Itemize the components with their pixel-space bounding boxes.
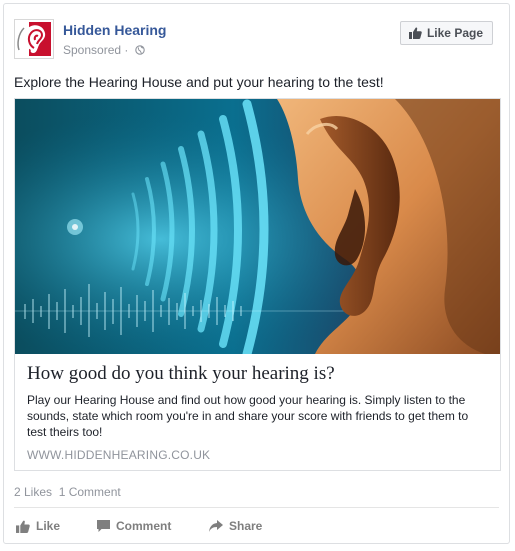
link-preview-text: How good do you think your hearing is? P… <box>27 363 489 440</box>
like-page-button[interactable]: Like Page <box>399 21 493 45</box>
globe-icon <box>134 44 145 58</box>
page-avatar[interactable] <box>14 19 54 59</box>
sponsored-label: Sponsored · <box>63 43 145 58</box>
link-headline[interactable]: How good do you think your hearing is? <box>27 363 489 385</box>
comment-icon <box>97 520 110 532</box>
meta-separator: · <box>121 43 132 57</box>
share-arrow-icon <box>209 520 223 532</box>
sponsored-post-card: Hidden Hearing Sponsored · Like Page Exp… <box>3 3 510 544</box>
share-label: Share <box>229 519 263 533</box>
post-message: Explore the Hearing House and put your h… <box>14 74 384 90</box>
share-button[interactable]: Share <box>209 513 262 539</box>
ear-soundwave-image <box>15 99 500 354</box>
thumbs-up-icon <box>16 520 30 533</box>
hidden-hearing-logo <box>15 20 53 58</box>
post-actions-bar: Like Comment Share <box>14 513 499 539</box>
engagement-counts: 2 Likes 1 Comment <box>14 485 121 499</box>
ad-image[interactable] <box>15 99 500 354</box>
comment-label: Comment <box>116 519 172 533</box>
thumbs-up-icon <box>408 27 422 39</box>
link-domain: WWW.HIDDENHEARING.CO.UK <box>27 448 211 462</box>
page-name-link[interactable]: Hidden Hearing <box>63 22 166 38</box>
like-page-label: Like Page <box>426 26 483 40</box>
like-button[interactable]: Like <box>16 513 60 539</box>
actions-divider <box>14 507 499 508</box>
link-attachment[interactable]: How good do you think your hearing is? P… <box>14 98 501 471</box>
comments-count[interactable]: 1 Comment <box>59 485 121 499</box>
likes-count[interactable]: 2 Likes <box>14 485 52 499</box>
comment-button[interactable]: Comment <box>97 513 171 539</box>
post-header: Hidden Hearing Sponsored · Like Page <box>14 16 501 62</box>
link-description: Play our Hearing House and find out how … <box>27 393 469 439</box>
like-label: Like <box>36 519 61 533</box>
sponsored-text[interactable]: Sponsored <box>63 43 121 57</box>
